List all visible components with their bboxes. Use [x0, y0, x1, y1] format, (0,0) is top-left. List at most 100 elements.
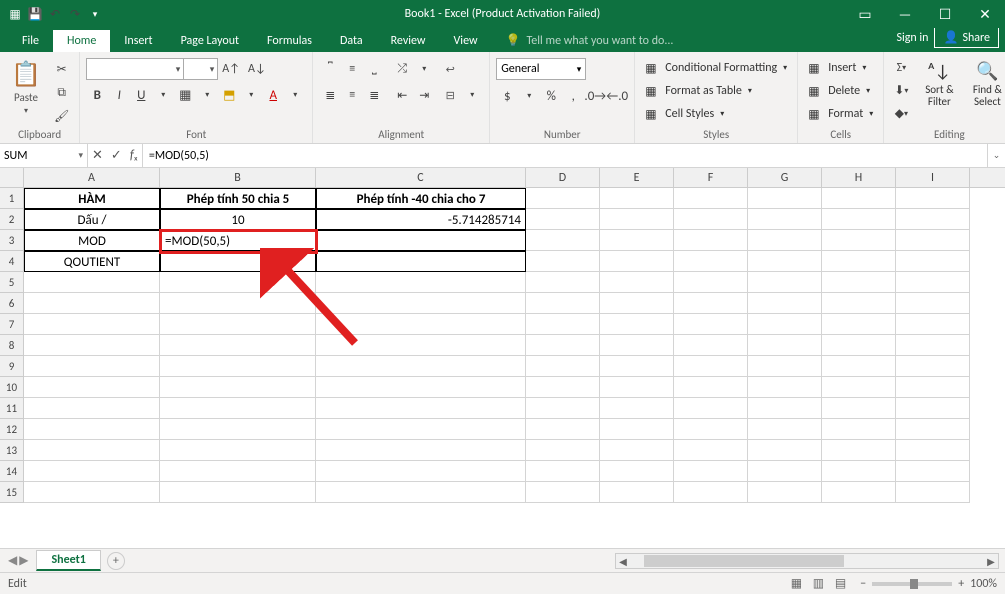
- cell[interactable]: [316, 314, 526, 335]
- normal-view-icon[interactable]: ▦: [787, 577, 806, 591]
- cell[interactable]: [24, 440, 160, 461]
- page-layout-view-icon[interactable]: ▥: [809, 577, 828, 591]
- horizontal-scrollbar[interactable]: ◀ ▶: [615, 553, 999, 569]
- qat-dropdown-icon[interactable]: ▾: [88, 7, 102, 21]
- format-cells-button[interactable]: ▦Format▾: [804, 104, 877, 124]
- save-icon[interactable]: 💾: [28, 7, 42, 21]
- row-header[interactable]: 8: [0, 335, 23, 356]
- cell[interactable]: [600, 251, 674, 272]
- fill-dropdown-icon[interactable]: ▾: [240, 85, 262, 105]
- cell[interactable]: [160, 419, 316, 440]
- sort-filter-button[interactable]: ᴬ↓ Sort & Filter: [918, 58, 960, 127]
- cell[interactable]: [600, 440, 674, 461]
- cell[interactable]: [822, 461, 896, 482]
- border-icon[interactable]: ▦: [174, 85, 196, 105]
- increase-indent-icon[interactable]: ⇥: [413, 85, 435, 105]
- cell[interactable]: [600, 335, 674, 356]
- cell[interactable]: [160, 356, 316, 377]
- cell[interactable]: [160, 461, 316, 482]
- cell[interactable]: [822, 335, 896, 356]
- col-header-e[interactable]: E: [600, 168, 674, 187]
- cell[interactable]: [674, 272, 748, 293]
- decrease-font-icon[interactable]: A↓: [244, 58, 270, 80]
- cell-b1[interactable]: Phép tính 50 chia 5: [160, 188, 316, 209]
- row-header[interactable]: 9: [0, 356, 23, 377]
- cell[interactable]: [674, 461, 748, 482]
- cell[interactable]: [526, 188, 600, 209]
- col-header-b[interactable]: B: [160, 168, 316, 187]
- find-select-button[interactable]: 🔍 Find & Select: [966, 58, 1005, 127]
- paste-icon[interactable]: 📋: [11, 60, 41, 89]
- border-dropdown-icon[interactable]: ▾: [196, 85, 218, 105]
- copy-icon[interactable]: ⧉: [50, 83, 73, 103]
- col-header-f[interactable]: F: [674, 168, 748, 187]
- cell[interactable]: [896, 419, 970, 440]
- cell[interactable]: [600, 461, 674, 482]
- cell[interactable]: [526, 398, 600, 419]
- wrap-text-button[interactable]: ↩: [439, 59, 461, 79]
- cell[interactable]: [748, 482, 822, 503]
- comma-icon[interactable]: ,: [562, 86, 584, 106]
- cell[interactable]: [160, 293, 316, 314]
- cell[interactable]: [600, 188, 674, 209]
- align-top-icon[interactable]: ⎴: [319, 59, 341, 79]
- cell[interactable]: [526, 440, 600, 461]
- zoom-in-button[interactable]: +: [958, 577, 964, 591]
- cells-area[interactable]: HÀM Phép tính 50 chia 5 Phép tính -40 ch…: [24, 188, 1005, 548]
- cell[interactable]: [160, 272, 316, 293]
- cell[interactable]: [600, 272, 674, 293]
- add-sheet-button[interactable]: +: [107, 552, 125, 570]
- cell[interactable]: [600, 314, 674, 335]
- bold-button[interactable]: B: [86, 85, 108, 105]
- cell[interactable]: [526, 230, 600, 251]
- formula-input[interactable]: =MOD(50,5): [143, 144, 987, 167]
- row-header[interactable]: 6: [0, 293, 23, 314]
- cell[interactable]: [674, 188, 748, 209]
- cell[interactable]: [316, 377, 526, 398]
- cell[interactable]: [896, 377, 970, 398]
- cell[interactable]: [896, 356, 970, 377]
- merge-dropdown-icon[interactable]: ▾: [461, 85, 483, 105]
- merge-center-button[interactable]: ⊟: [439, 85, 461, 105]
- delete-cells-button[interactable]: ▦Delete▾: [804, 81, 877, 101]
- cell[interactable]: [896, 440, 970, 461]
- cell[interactable]: [822, 188, 896, 209]
- close-button[interactable]: ✕: [965, 0, 1005, 28]
- cell[interactable]: [160, 314, 316, 335]
- align-right-icon[interactable]: ≣: [363, 85, 385, 105]
- scroll-right-icon[interactable]: ▶: [984, 555, 998, 568]
- cell[interactable]: [316, 440, 526, 461]
- cell[interactable]: [896, 230, 970, 251]
- cell[interactable]: [316, 398, 526, 419]
- zoom-thumb[interactable]: [910, 579, 918, 589]
- cell[interactable]: [526, 251, 600, 272]
- cell[interactable]: [316, 356, 526, 377]
- cell[interactable]: [526, 272, 600, 293]
- cell[interactable]: [748, 209, 822, 230]
- cell[interactable]: [748, 293, 822, 314]
- share-button[interactable]: 👤Share: [934, 27, 999, 48]
- tab-page-layout[interactable]: Page Layout: [167, 30, 253, 52]
- cell[interactable]: [896, 398, 970, 419]
- cell[interactable]: [674, 356, 748, 377]
- cell[interactable]: [24, 335, 160, 356]
- tab-insert[interactable]: Insert: [110, 30, 166, 52]
- row-header[interactable]: 13: [0, 440, 23, 461]
- cell[interactable]: [674, 251, 748, 272]
- cell[interactable]: [526, 377, 600, 398]
- select-all-corner[interactable]: [0, 168, 24, 188]
- cell[interactable]: [316, 482, 526, 503]
- sheet-tab-active[interactable]: Sheet1: [36, 550, 100, 571]
- cell[interactable]: [24, 272, 160, 293]
- row-header[interactable]: 10: [0, 377, 23, 398]
- tab-home[interactable]: Home: [53, 30, 110, 52]
- cell[interactable]: [24, 461, 160, 482]
- cell[interactable]: [748, 335, 822, 356]
- font-name-select[interactable]: ▾: [86, 58, 184, 80]
- row-header[interactable]: 2: [0, 209, 23, 230]
- cell[interactable]: [748, 461, 822, 482]
- format-painter-icon[interactable]: 🖌: [50, 106, 73, 127]
- font-color-dropdown-icon[interactable]: ▾: [284, 85, 306, 105]
- format-as-table-button[interactable]: ▦Format as Table▾: [641, 81, 791, 101]
- cell[interactable]: [748, 356, 822, 377]
